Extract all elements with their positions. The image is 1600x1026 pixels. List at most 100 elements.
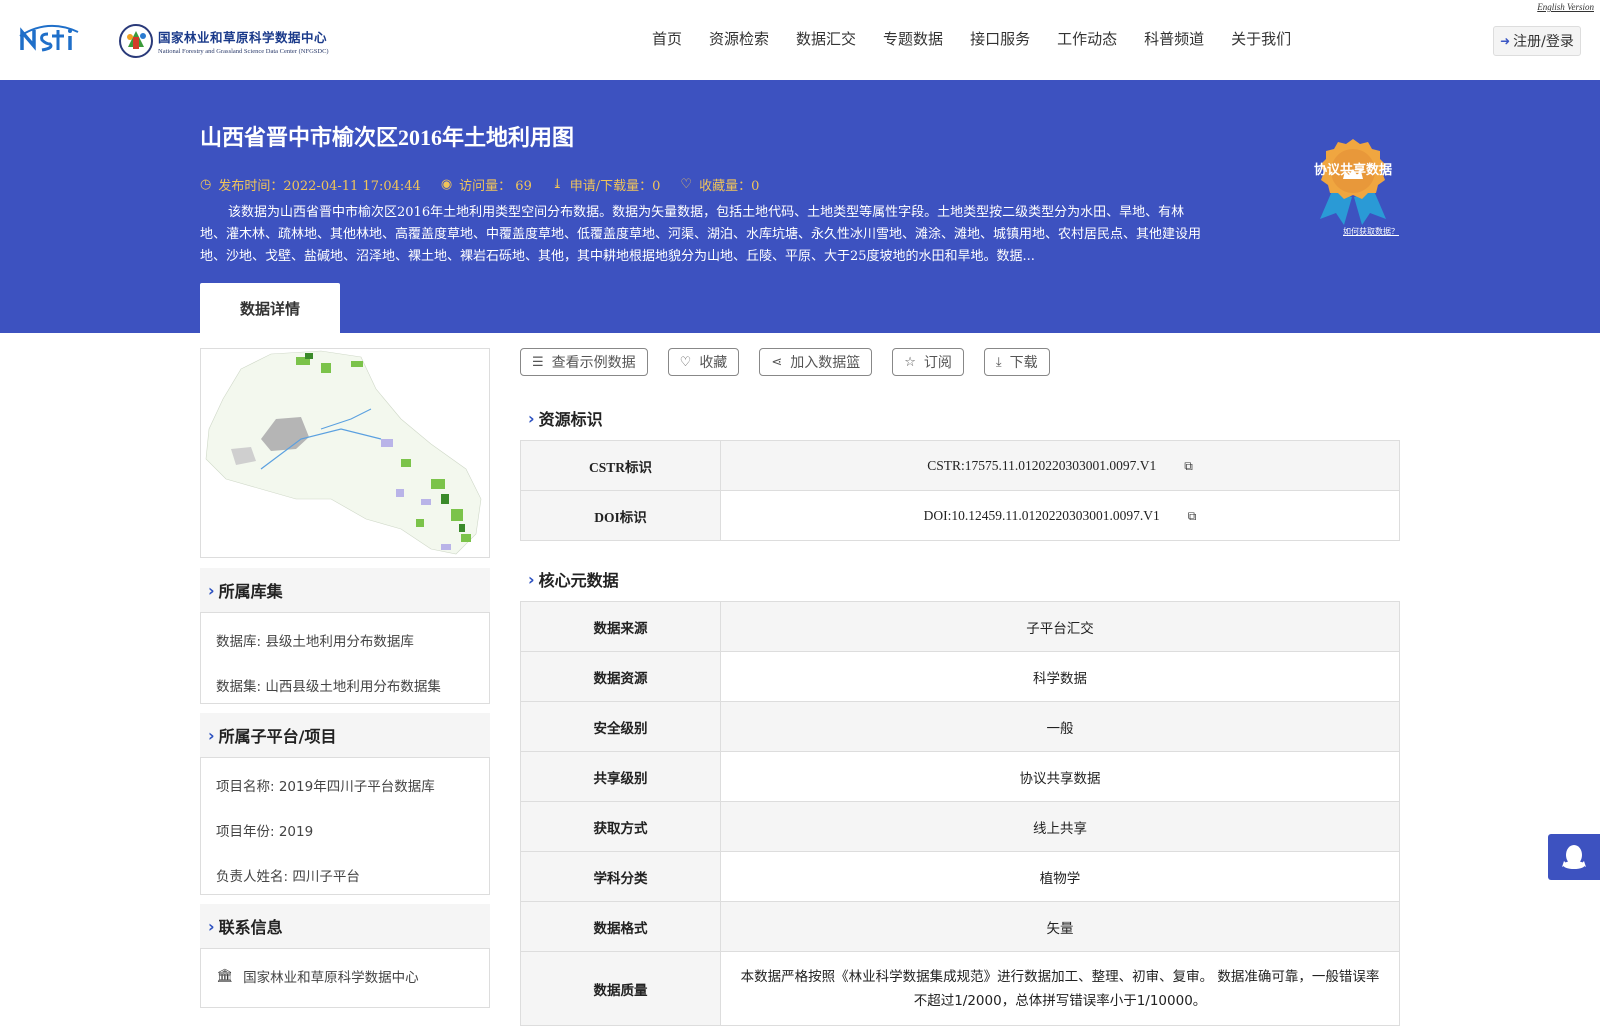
nav-home[interactable]: 首页: [652, 28, 682, 49]
chevron-right-icon: ›: [208, 725, 215, 745]
dataset-banner: 山西省晋中市榆次区2016年土地利用图 ◷ 发布时间：2022-04-11 17:…: [0, 80, 1600, 333]
meta-value: 一般: [720, 701, 1400, 752]
dataset-thumbnail[interactable]: [200, 348, 490, 558]
tab-data-details[interactable]: 数据详情: [200, 283, 340, 333]
meta-key: 数据来源: [520, 601, 721, 652]
share-icon: ⋖: [771, 354, 783, 370]
project-section-header: › 所属子平台/项目: [200, 713, 490, 757]
contact-section-header: › 联系信息: [200, 904, 490, 948]
dataset-row[interactable]: 数据集: 山西县级土地利用分布数据集: [216, 662, 474, 707]
center-name-cn: 国家林业和草原科学数据中心: [158, 30, 328, 45]
qq-chat-button[interactable]: [1548, 834, 1600, 880]
table-row: 共享级别 协议共享数据: [520, 751, 1400, 802]
resource-id-header: › 资源标识: [520, 403, 603, 433]
contact-section-title: 联系信息: [218, 918, 283, 937]
doi-value-cell: DOI:10.12459.11.0120220303001.0097.V1 ⧉: [720, 490, 1400, 541]
share-level-badge: 协议共享数据: [1310, 135, 1396, 225]
nfgsdc-logo[interactable]: 国家林业和草原科学数据中心 National Forestry and Gras…: [118, 22, 338, 60]
meta-key: 数据资源: [520, 651, 721, 702]
library-section-title: 所属库集: [218, 582, 283, 601]
table-row: 数据资源 科学数据: [520, 651, 1400, 702]
view-sample-button[interactable]: ☰ 查看示例数据: [520, 348, 648, 376]
cstr-key: CSTR标识: [520, 440, 721, 491]
meta-value: 本数据严格按照《林业科学数据集成规范》进行数据加工、整理、初审、复审。 数据准确…: [720, 951, 1400, 1026]
download-count-text: 申请/下载量：0: [569, 179, 661, 194]
resource-id-title: 资源标识: [538, 410, 603, 429]
doi-value: DOI:10.12459.11.0120220303001.0097.V1: [923, 507, 1160, 523]
download-button[interactable]: ⤓ 下载: [983, 348, 1050, 376]
nav-topics[interactable]: 专题数据: [883, 28, 943, 49]
download-icon: ⤓: [995, 354, 1002, 370]
sign-in-icon: ➜: [1500, 34, 1511, 48]
meta-value: 线上共享: [720, 801, 1400, 852]
favorite-count-text: 收藏量：0: [699, 179, 760, 194]
contact-org-name: 国家林业和草原科学数据中心: [243, 969, 419, 986]
login-label: 注册/登录: [1513, 34, 1574, 50]
table-row: CSTR标识 CSTR:17575.11.0120220303001.0097.…: [520, 440, 1400, 491]
meta-key: 数据质量: [520, 951, 721, 1026]
chevron-right-icon: ›: [208, 916, 215, 936]
table-row: 数据质量 本数据严格按照《林业科学数据集成规范》进行数据加工、整理、初审、复审。 …: [520, 951, 1400, 1026]
heart-icon: ♡: [680, 177, 693, 192]
view-sample-label: 查看示例数据: [551, 355, 636, 371]
institution-icon: 🏛: [216, 967, 234, 984]
nav-news[interactable]: 工作动态: [1057, 28, 1117, 49]
project-owner-row: 负责人姓名: 四川子平台: [216, 868, 360, 885]
view-count: ◉ 访问量： 69: [441, 175, 532, 194]
nav-science[interactable]: 科普频道: [1144, 28, 1204, 49]
project-name-row: 项目名称: 2019年四川子平台数据库: [216, 778, 435, 795]
download-icon: ⤓: [551, 177, 563, 192]
core-meta-title: 核心元数据: [538, 571, 619, 590]
login-button[interactable]: ➜ 注册/登录: [1493, 26, 1581, 56]
table-row: 学科分类 植物学: [520, 851, 1400, 902]
table-row: DOI标识 DOI:10.12459.11.0120220303001.0097…: [520, 490, 1400, 541]
nav-about[interactable]: 关于我们: [1231, 28, 1291, 49]
table-row: 数据来源 子平台汇交: [520, 601, 1400, 652]
nsti-logo[interactable]: [18, 22, 98, 56]
meta-key: 学科分类: [520, 851, 721, 902]
chevron-right-icon: ›: [208, 580, 215, 600]
copy-icon[interactable]: ⧉: [1188, 509, 1197, 524]
cstr-value-cell: CSTR:17575.11.0120220303001.0097.V1 ⧉: [720, 440, 1400, 491]
top-header: English Version 国家林业和草原科学数据中心 National F…: [0, 0, 1600, 80]
copy-icon[interactable]: ⧉: [1184, 459, 1193, 474]
subscribe-label: 订阅: [923, 355, 952, 371]
chevron-right-icon: ›: [528, 408, 535, 428]
library-section-header: › 所属库集: [200, 568, 490, 612]
table-row: 安全级别 一般: [520, 701, 1400, 752]
contact-org-row: 🏛 国家林业和草原科学数据中心: [216, 953, 474, 998]
favorite-count: ♡ 收藏量：0: [680, 175, 759, 194]
meta-key: 数据格式: [520, 901, 721, 952]
main-nav: 首页 资源检索 数据汇交 专题数据 接口服务 工作动态 科普频道 关于我们: [652, 28, 1318, 49]
meta-value: 子平台汇交: [720, 601, 1400, 652]
nfgsdc-emblem-icon: [119, 24, 153, 58]
english-version-link[interactable]: English Version: [1537, 2, 1594, 12]
database-row[interactable]: 数据库: 县级土地利用分布数据库: [216, 617, 474, 662]
table-row: 数据格式 矢量: [520, 901, 1400, 952]
favorite-button[interactable]: ♡ 收藏: [667, 348, 740, 376]
dataset-actions: ☰ 查看示例数据 ♡ 收藏 ⋖ 加入数据篮 ☆ 订阅 ⤓ 下载: [520, 348, 1070, 376]
download-label: 下载: [1009, 355, 1038, 371]
land-use-map-thumbnail: [205, 350, 482, 555]
project-info-box: 项目名称: 2019年四川子平台数据库 项目年份: 2019 负责人姓名: 四川…: [200, 757, 490, 895]
meta-key: 获取方式: [520, 801, 721, 852]
dataset-title: 山西省晋中市榆次区2016年土地利用图: [200, 125, 575, 150]
add-to-basket-label: 加入数据篮: [790, 355, 861, 371]
nav-search[interactable]: 资源检索: [709, 28, 769, 49]
share-badge-label: 协议共享数据: [1313, 163, 1392, 178]
table-row: 获取方式 线上共享: [520, 801, 1400, 852]
subscribe-button[interactable]: ☆ 订阅: [892, 348, 964, 376]
nav-api[interactable]: 接口服务: [970, 28, 1030, 49]
core-meta-table: 数据来源 子平台汇交 数据资源 科学数据 安全级别 一般 共享级别 协议共享数据 获取方…: [520, 601, 1400, 1026]
dataset-description: 该数据为山西省晋中市榆次区2016年土地利用类型空间分布数据。数据为矢量数据，包…: [200, 205, 1202, 264]
meta-value: 矢量: [720, 901, 1400, 952]
dataset-meta: ◷ 发布时间：2022-04-11 17:04:44 ◉ 访问量： 69 ⤓ 申请/下…: [200, 175, 779, 194]
meta-key: 共享级别: [520, 751, 721, 802]
database-icon: ☰: [532, 354, 544, 370]
meta-value: 植物学: [720, 851, 1400, 902]
star-icon: ☆: [904, 354, 916, 370]
center-name-en: National Forestry and Grassland Science …: [158, 48, 329, 55]
nav-submit[interactable]: 数据汇交: [796, 28, 856, 49]
how-to-get-data-link[interactable]: 如何获取数据？: [1343, 226, 1399, 237]
add-to-basket-button[interactable]: ⋖ 加入数据篮: [759, 348, 873, 376]
